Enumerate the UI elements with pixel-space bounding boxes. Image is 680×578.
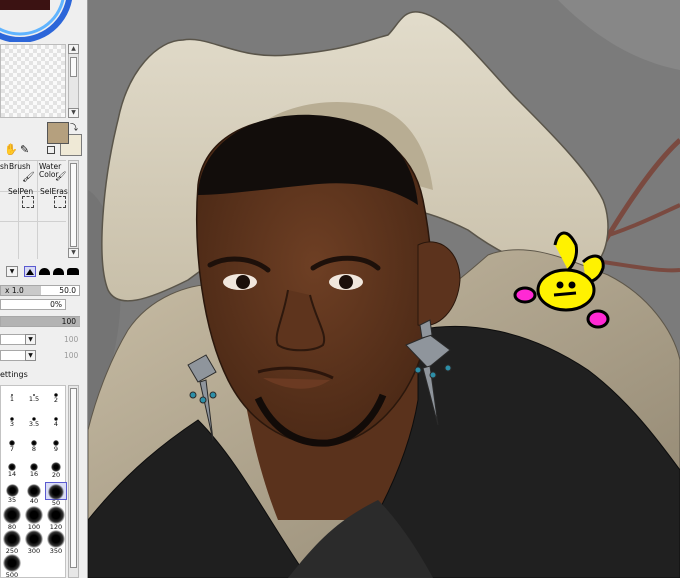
min-size-slider[interactable]: 0% (0, 299, 66, 310)
brush-size-preset-label: 16 (29, 470, 39, 479)
brush-size-preset[interactable]: 9 (45, 434, 67, 454)
swatch-grid[interactable] (0, 44, 66, 118)
density-slider[interactable]: 100 (0, 316, 80, 327)
brush-size-value: 50.0 (59, 286, 76, 295)
presets-scroll-thumb[interactable] (70, 388, 77, 568)
eyedropper-icon[interactable]: ✎ (20, 143, 29, 156)
drawing-canvas[interactable] (88, 0, 680, 578)
tool-scroll-down-arrow[interactable]: ▼ (68, 248, 79, 258)
texture-dropdown[interactable]: ▼ (0, 334, 36, 345)
blending-strength-value: 100 (64, 351, 79, 360)
tool-brush[interactable]: Brush (9, 163, 31, 171)
texture-strength-value: 100 (64, 335, 79, 344)
brush-size-preset[interactable]: 1.5 (23, 386, 45, 404)
brush-size-preset-label: 7 (9, 444, 15, 453)
brush-size-preset-label: 500 (5, 571, 19, 578)
color-wheel[interactable] (0, 0, 78, 42)
brush-size-preset-label: 3 (9, 419, 15, 428)
scroll-thumb[interactable] (70, 57, 77, 77)
brush-shape-flat-icon[interactable] (24, 266, 36, 277)
tool-scrollbar[interactable]: ▼ (68, 160, 79, 258)
brush-size-preset-label: 35 (7, 496, 17, 505)
brush-shape-dropdown[interactable]: ▼ (6, 266, 18, 277)
brush-size-preset-label: 350 (49, 547, 63, 555)
brush-size-preset-label: 20 (51, 470, 61, 479)
brush-size-preset[interactable]: 35 (1, 482, 23, 504)
brush-size-preset[interactable]: 2 (45, 386, 67, 404)
brush-dot-icon (25, 530, 43, 548)
brush-size-preset-label: 1.5 (28, 395, 40, 404)
brush-size-preset[interactable]: 350 (45, 530, 67, 555)
swap-colors-icon[interactable]: ⤵ (70, 122, 78, 133)
brush-size-preset[interactable]: 8 (23, 434, 45, 454)
brush-size-preset[interactable]: 20 (45, 458, 67, 479)
brush-shape-row: ▼ (0, 265, 87, 279)
advanced-settings-label[interactable]: ettings (0, 370, 28, 379)
brush-size-preset-label: 4 (53, 420, 59, 429)
blending-dropdown[interactable]: ▼ (0, 350, 36, 361)
brush-size-preset-label: 9 (53, 445, 59, 454)
chevron-down-icon: ▼ (25, 334, 36, 345)
brush-shape-dome-icon[interactable] (53, 268, 64, 275)
brush-size-preset[interactable]: 16 (23, 458, 45, 479)
brush-dot-icon (48, 484, 64, 500)
brush-shape-wide-icon[interactable] (67, 268, 79, 275)
brush-size-preset-label: 300 (27, 547, 41, 555)
presets-scrollbar[interactable] (68, 385, 79, 578)
brush-size-preset[interactable]: 7 (1, 434, 23, 452)
min-size-value: 0% (50, 300, 62, 309)
brush-dot-icon (47, 530, 65, 548)
brush-dot-icon (27, 484, 41, 498)
brush-size-preset-label: 40 (29, 496, 39, 505)
brush-dot-icon (3, 554, 21, 572)
hand-tool-icon[interactable]: ✋ (4, 143, 18, 156)
brush-dot-icon (47, 506, 65, 524)
tool-brush-partial[interactable]: sh (0, 163, 9, 171)
density-value: 100 (61, 317, 76, 326)
tool-scroll-thumb[interactable] (70, 163, 77, 247)
brush-size-preset-label: 14 (7, 470, 17, 479)
brush-size-preset[interactable]: 4 (45, 410, 67, 428)
artwork-illustration (88, 0, 680, 578)
brush-size-preset-label: 8 (31, 445, 37, 454)
tool-selpen[interactable]: SelPen (8, 188, 33, 196)
tool-seleras[interactable]: SelEras (40, 188, 68, 196)
brush-size-slider[interactable]: x 1.0 50.0 (0, 285, 80, 296)
brush-size-preset-label: 1 (9, 395, 15, 404)
brush-size-preset[interactable]: 3.5 (23, 410, 45, 428)
brush-size-preset[interactable]: 40 (23, 482, 45, 504)
selpen-icon (22, 196, 34, 208)
brush-dot-icon (3, 530, 21, 548)
brush-size-preset[interactable]: 3 (1, 410, 23, 428)
swatch-scrollbar[interactable]: ▲ ▼ (68, 44, 79, 118)
brush-dot-icon (25, 506, 43, 524)
brush-size-presets: 1 1.5 2 3 3.5 4 7 8 9 14 16 20 35 40 50 80 100 120 250 300 3… (0, 385, 67, 578)
brush-size-multiplier: x 1.0 (5, 286, 24, 295)
scroll-up-arrow[interactable]: ▲ (68, 44, 79, 54)
chevron-down-icon: ▼ (25, 350, 36, 361)
tool-panel: ▲ ▼ ⤵ ✋ ✎ sh Brush Water Color 🖌 🖌 SelPen… (0, 0, 88, 578)
brush-size-preset-label: 3.5 (28, 420, 40, 429)
seleras-icon (54, 196, 66, 208)
brush-size-preset-label: 2 (53, 395, 59, 404)
brush-dot-icon (3, 506, 21, 524)
brush-size-preset[interactable]: 80 (1, 506, 23, 531)
brush-size-preset[interactable]: 50 (45, 482, 67, 506)
reset-colors-icon[interactable] (47, 146, 55, 154)
brush-shape-round-icon[interactable] (39, 268, 50, 275)
brush-size-preset[interactable]: 14 (1, 458, 23, 479)
brush-size-preset[interactable]: 250 (1, 530, 23, 555)
brush-size-preset[interactable]: 300 (23, 530, 45, 555)
brush-size-preset[interactable]: 500 (1, 554, 23, 578)
watercolor-icon: 🖌 (55, 172, 67, 182)
brush-size-preset[interactable]: 1 (1, 386, 23, 404)
primary-color-swatch[interactable] (47, 122, 69, 144)
scroll-down-arrow[interactable]: ▼ (68, 108, 79, 118)
brush-size-preset[interactable]: 100 (23, 506, 45, 531)
brush-size-preset[interactable]: 120 (45, 506, 67, 531)
brush-icon: 🖌 (22, 172, 35, 183)
